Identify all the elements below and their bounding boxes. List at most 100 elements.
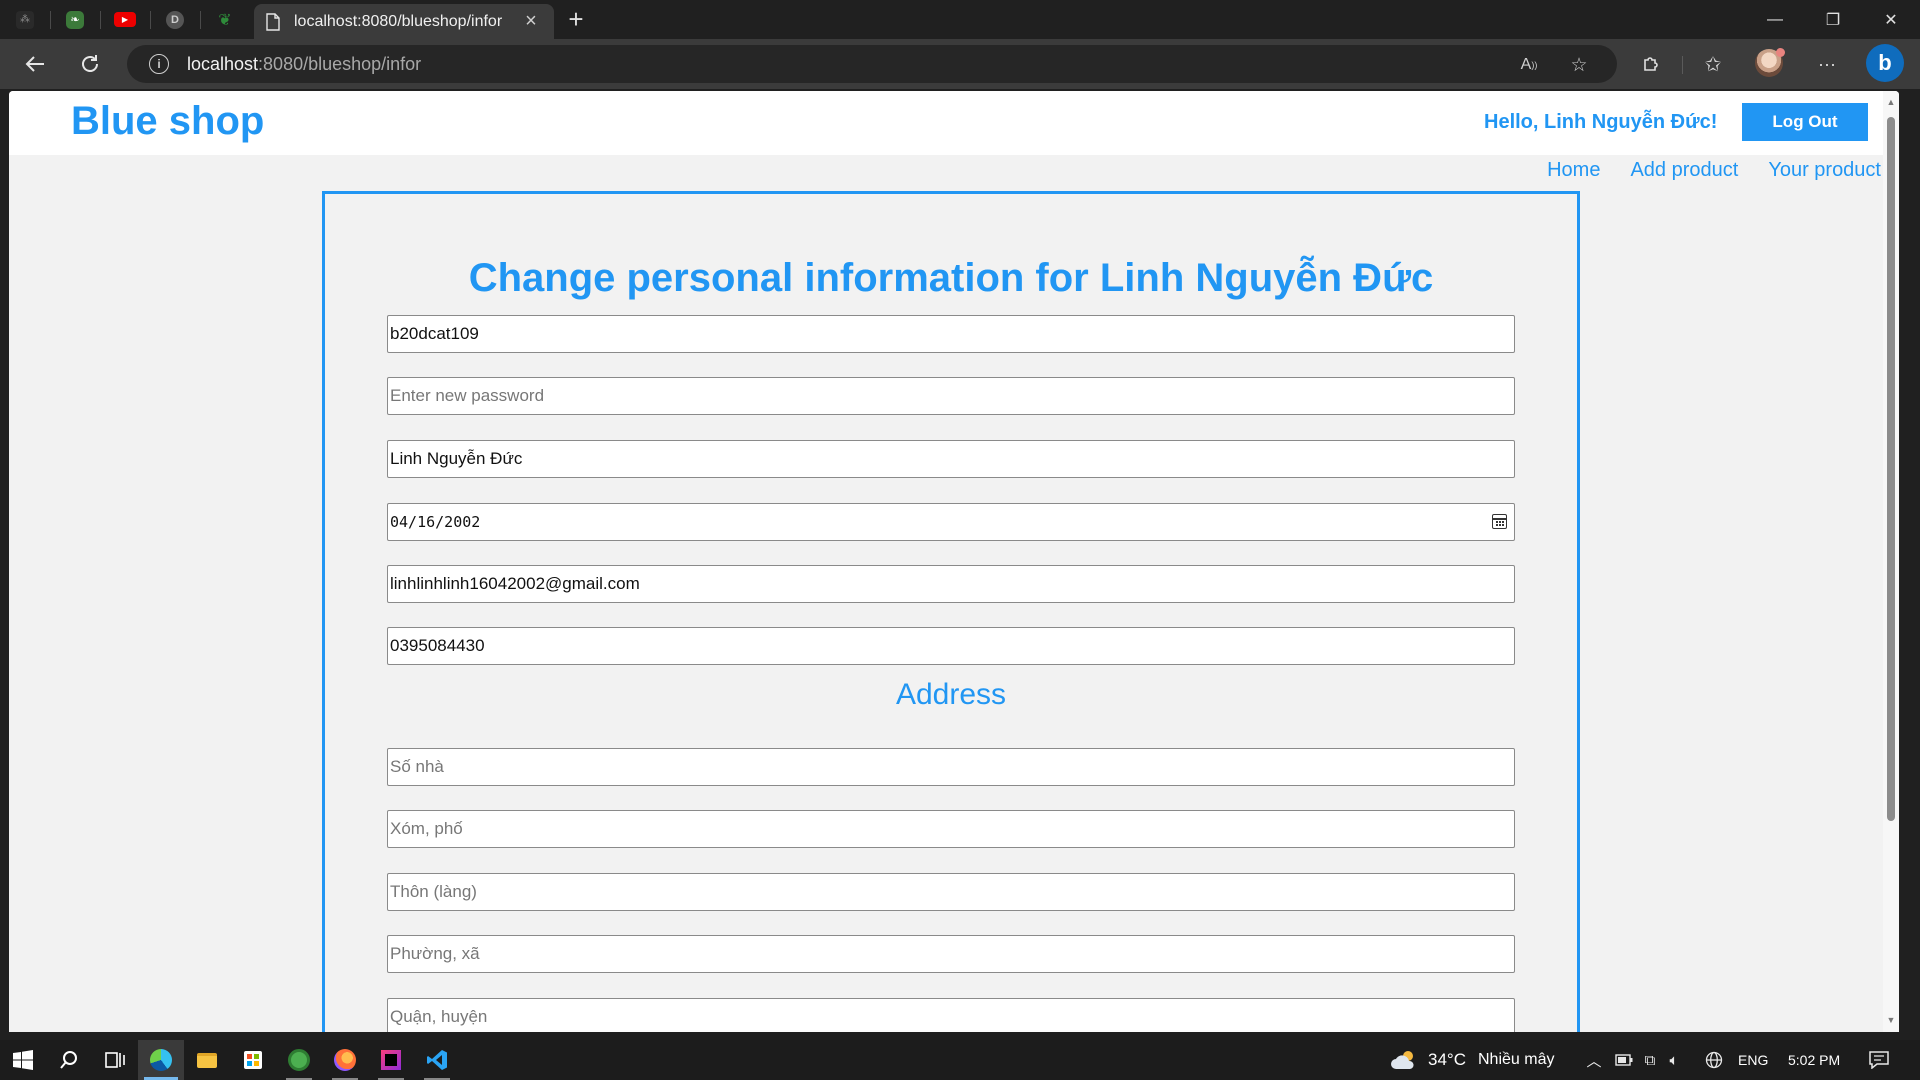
minimize-button[interactable]: — [1746,0,1804,39]
brand-logo[interactable]: Blue shop [71,99,264,144]
favorite-star-icon[interactable]: ☆ [1567,53,1591,77]
battery-icon[interactable] [1614,1050,1634,1070]
restore-button[interactable]: ❐ [1804,0,1862,39]
main-nav: Home Add product Your product [1547,159,1881,182]
new-tab-button[interactable]: + [562,6,590,34]
more-menu-icon[interactable]: ··· [1812,49,1842,79]
birthdate-field[interactable]: 04/16/2002 [387,503,1515,541]
store-button[interactable] [230,1040,276,1080]
user-greeting: Hello, Linh Nguyễn Đức! [1484,111,1718,133]
chrome-like-button[interactable] [276,1040,322,1080]
vscode-button[interactable] [414,1040,460,1080]
bing-copilot-icon[interactable]: b [1866,44,1904,82]
street-field[interactable]: Xóm, phố [387,810,1515,848]
youtube-icon: ▶ [114,12,136,27]
scroll-thumb[interactable] [1887,117,1895,821]
task-view-icon [105,1052,125,1068]
taskbar: 34°C Nhiều mây ︿ ⧉ 🔈︎ ENG 5:02 PM [0,1040,1920,1080]
weather-description[interactable]: Nhiều mây [1478,1040,1554,1080]
url-field[interactable]: i localhost:8080/blueshop/infor A)) ☆ [127,45,1617,83]
site-info-icon[interactable]: i [149,54,169,74]
url-host: localhost [187,53,259,74]
vscode-icon [427,1050,447,1070]
intellij-button[interactable] [368,1040,414,1080]
favorites-icon[interactable]: ✩ [1698,49,1728,79]
password-field[interactable]: Enter new password [387,377,1515,415]
store-icon [244,1051,262,1069]
tab-title: localhost:8080/blueshop/infor [294,12,503,30]
extensions-icon[interactable] [1636,49,1666,79]
birthdate-value: 04/16/2002 [390,513,481,531]
search-button[interactable] [46,1040,92,1080]
vertical-scrollbar[interactable]: ▲ ▼ [1883,91,1899,1032]
edge-taskbar-button[interactable] [138,1040,184,1080]
firefox-icon [334,1049,356,1071]
task-view-button[interactable] [92,1040,138,1080]
logout-button[interactable]: Log Out [1742,103,1868,141]
refresh-button[interactable] [75,49,105,79]
nav-your-product-link[interactable]: Your product [1768,159,1881,182]
network-globe-icon[interactable] [1704,1050,1724,1070]
input-language[interactable]: ENG [1738,1040,1768,1080]
folder-icon [197,1052,217,1068]
village-field[interactable]: Thôn (làng) [387,873,1515,911]
start-button[interactable] [0,1040,46,1080]
nav-add-product-link[interactable]: Add product [1630,159,1738,182]
weather-cloud-icon[interactable] [1390,1048,1418,1072]
page-document-icon [266,12,280,31]
toolbar-separator [1682,56,1683,74]
phone-field[interactable]: 0395084430 [387,627,1515,665]
notification-dot [1776,48,1785,57]
chat-bubble-icon [1869,1051,1889,1069]
volume-icon[interactable]: 🔈︎ [1664,1050,1684,1070]
leaf-favicon-icon: ❧ [66,10,84,29]
pinned-tab-youtube[interactable]: ▶ [100,0,150,39]
close-window-button[interactable]: ✕ [1862,0,1920,39]
district-field[interactable]: Quận, huyện [387,998,1515,1032]
read-aloud-icon[interactable]: A)) [1517,53,1541,77]
calendar-icon[interactable] [1492,514,1507,529]
read-aloud-label: A [1520,56,1532,73]
profile-form: Change personal information for Linh Ngu… [322,191,1580,1032]
green-leaf-icon: ❦ [218,11,232,29]
email-field[interactable]: linhlinhlinh16042002@gmail.com [387,565,1515,603]
back-button[interactable] [20,49,50,79]
clock-time[interactable]: 5:02 PM [1788,1040,1840,1080]
address-heading: Address [895,678,1007,711]
chevron-up-icon[interactable]: ︿ [1584,1050,1604,1070]
pinned-tab-5[interactable]: ❦ [200,0,250,39]
url-text: localhost:8080/blueshop/infor [187,54,421,75]
firefox-button[interactable] [322,1040,368,1080]
active-tab[interactable]: localhost:8080/blueshop/infor × [254,4,554,39]
window-controls: — ❐ ✕ [1746,0,1920,39]
intellij-icon [381,1050,401,1070]
cloud-icon [1391,1051,1414,1069]
fullname-field[interactable]: Linh Nguyễn Đức [387,440,1515,478]
address-bar-row: i localhost:8080/blueshop/infor A)) ☆ ✩ … [0,39,1920,89]
close-tab-icon[interactable]: × [520,10,542,33]
site-header: Blue shop Hello, Linh Nguyễn Đức! Log Ou… [9,91,1899,155]
pinned-tab-1[interactable]: ⁂ [0,0,50,39]
battery-shape-icon [1615,1054,1633,1066]
pinned-tab-2[interactable]: ❧ [50,0,100,39]
file-explorer-button[interactable] [184,1040,230,1080]
app-favicon-icon: ⁂ [16,10,34,29]
pinned-tab-4[interactable]: D [150,0,200,39]
house-number-field[interactable]: Số nhà [387,748,1515,786]
scroll-up-icon[interactable]: ▲ [1886,97,1896,107]
username-field[interactable]: b20dcat109 [387,315,1515,353]
weather-temperature[interactable]: 34°C [1428,1040,1466,1080]
scroll-down-icon[interactable]: ▼ [1886,1015,1896,1025]
back-arrow-icon [25,56,44,72]
ward-field[interactable]: Phường, xã [387,935,1515,973]
search-icon [60,1051,77,1069]
green-app-icon [288,1049,310,1071]
d-logo-icon: D [166,10,184,29]
form-title: Change personal information for Linh Ngu… [468,256,1434,300]
page-viewport: Blue shop Hello, Linh Nguyễn Đức! Log Ou… [9,91,1899,1032]
windows-logo-icon [13,1050,33,1070]
notifications-icon[interactable] [1869,1050,1889,1070]
url-path: :8080/blueshop/infor [258,53,422,74]
nav-home-link[interactable]: Home [1547,159,1600,182]
meet-now-icon[interactable]: ⧉ [1640,1050,1660,1070]
